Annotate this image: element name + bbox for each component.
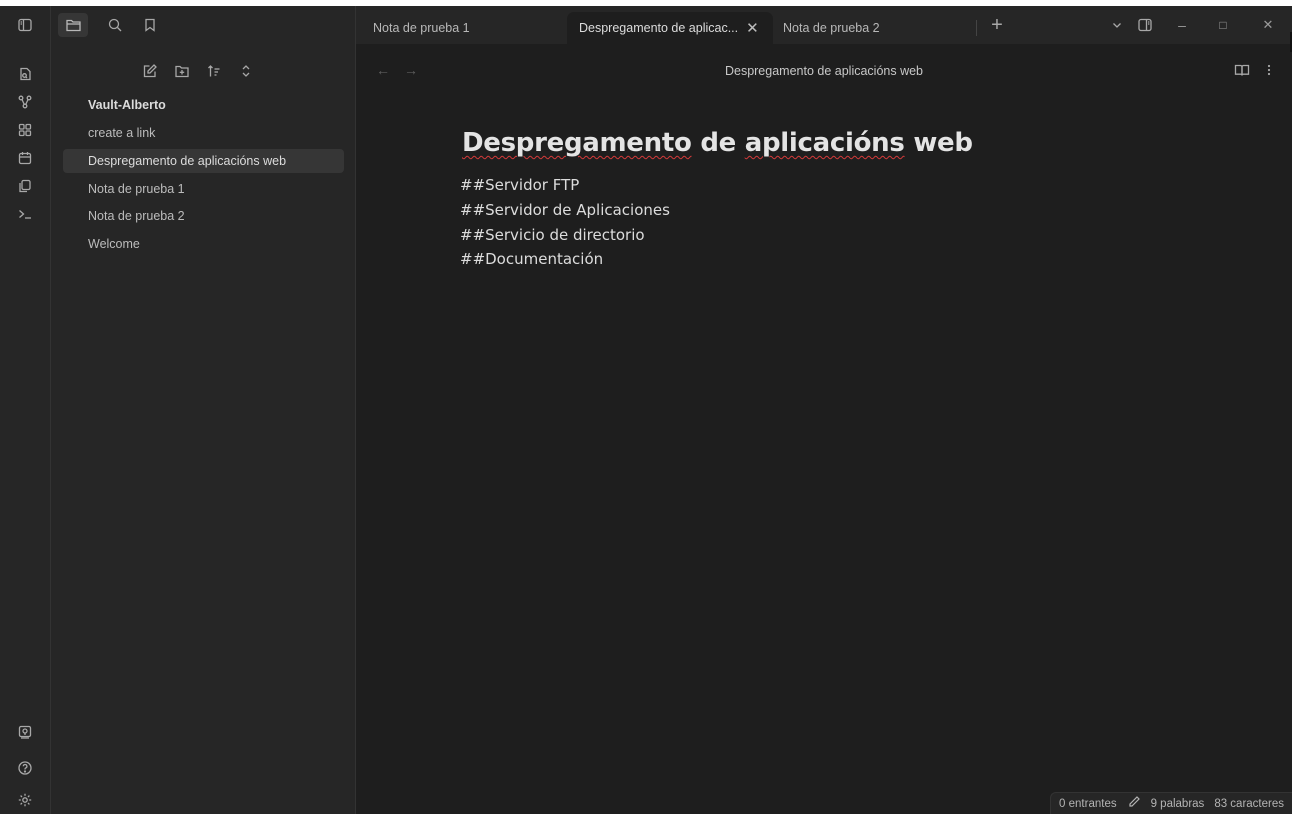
- right-sidebar-toggle-icon[interactable]: [1134, 14, 1156, 36]
- tab-nota-de-prueba-1[interactable]: Nota de prueba 1: [361, 12, 565, 44]
- more-options-icon[interactable]: [1266, 62, 1272, 83]
- backlinks-count[interactable]: 0 entrantes: [1059, 798, 1117, 810]
- new-note-icon[interactable]: [141, 62, 159, 80]
- tab-label: Nota de prueba 1: [373, 21, 470, 35]
- heading-word: Despregamento: [462, 128, 692, 158]
- file-label: Nota de prueba 2: [88, 209, 185, 223]
- command-palette-icon[interactable]: [15, 204, 35, 224]
- file-item[interactable]: Nota de prueba 2: [63, 204, 344, 228]
- editor-pane[interactable]: ← → Despregamento de aplicacións web Des…: [356, 44, 1292, 814]
- file-item[interactable]: create a link: [63, 121, 344, 145]
- bookmark-icon[interactable]: [138, 13, 162, 37]
- help-icon[interactable]: [15, 758, 35, 778]
- note-heading[interactable]: Despregamento de aplicacións web: [462, 128, 973, 158]
- collapse-expand-icon[interactable]: [237, 62, 255, 80]
- file-item-active[interactable]: Despregamento de aplicacións web: [63, 149, 344, 173]
- sidebar-tab-header: [51, 6, 356, 44]
- vault-switcher-icon[interactable]: [15, 722, 35, 742]
- vault-name[interactable]: Vault-Alberto: [88, 98, 166, 112]
- tab-despregamento[interactable]: Despregamento de aplicac... ✕: [567, 12, 773, 44]
- tab-separator: [976, 20, 977, 36]
- daily-note-icon[interactable]: [15, 148, 35, 168]
- pencil-icon: [1127, 795, 1141, 812]
- minimize-button[interactable]: –: [1171, 14, 1193, 36]
- heading-word: aplicacións: [744, 128, 905, 158]
- file-label: Despregamento de aplicacións web: [88, 154, 287, 168]
- view-actions: [1234, 62, 1272, 83]
- file-label: Nota de prueba 1: [88, 182, 185, 196]
- ribbon-top: [0, 6, 51, 44]
- note-line[interactable]: ##Servidor FTP: [460, 176, 579, 194]
- sort-icon[interactable]: [205, 62, 223, 80]
- obsidian-window: Nota de prueba 1 Despregamento de aplica…: [0, 6, 1292, 814]
- search-icon[interactable]: [103, 13, 127, 37]
- sidebar-toggle-icon[interactable]: [13, 13, 37, 37]
- new-tab-button[interactable]: +: [986, 14, 1008, 36]
- left-ribbon: [0, 44, 51, 814]
- graph-icon[interactable]: [15, 92, 35, 112]
- reading-view-icon[interactable]: [1234, 62, 1250, 83]
- title-bar: Nota de prueba 1 Despregamento de aplica…: [0, 6, 1292, 44]
- heading-word: de: [700, 128, 736, 158]
- settings-icon[interactable]: [15, 790, 35, 810]
- word-count[interactable]: 9 palabras: [1151, 798, 1205, 810]
- file-item[interactable]: Nota de prueba 1: [63, 177, 344, 201]
- view-header-title[interactable]: Despregamento de aplicacións web: [356, 64, 1292, 78]
- file-explorer: Vault-Alberto create a link Despregament…: [51, 44, 356, 814]
- note-line[interactable]: ##Servidor de Aplicaciones: [460, 201, 670, 219]
- file-label: create a link: [88, 126, 156, 140]
- note-line[interactable]: ##Documentación: [460, 250, 603, 268]
- maximize-button[interactable]: □: [1212, 14, 1234, 36]
- char-count[interactable]: 83 caracteres: [1214, 798, 1284, 810]
- tab-label: Despregamento de aplicac...: [579, 21, 739, 35]
- close-window-button[interactable]: ✕: [1257, 14, 1279, 36]
- templates-icon[interactable]: [15, 176, 35, 196]
- canvas-icon[interactable]: [15, 120, 35, 140]
- note-line[interactable]: ##Servicio de directorio: [460, 226, 645, 244]
- tab-list-chevron-icon[interactable]: [1106, 14, 1128, 36]
- quick-switcher-icon[interactable]: [15, 64, 35, 84]
- explorer-toolbar: [141, 62, 255, 84]
- tab-nota-de-prueba-2[interactable]: Nota de prueba 2: [771, 12, 975, 44]
- file-item[interactable]: Welcome: [63, 232, 344, 256]
- file-label: Welcome: [88, 237, 140, 251]
- status-bar: 0 entrantes 9 palabras 83 caracteres: [1050, 792, 1292, 814]
- heading-word: web: [913, 128, 973, 158]
- files-icon[interactable]: [58, 13, 88, 37]
- tab-label: Nota de prueba 2: [783, 21, 880, 35]
- close-tab-icon[interactable]: ✕: [746, 19, 759, 37]
- new-folder-icon[interactable]: [173, 62, 191, 80]
